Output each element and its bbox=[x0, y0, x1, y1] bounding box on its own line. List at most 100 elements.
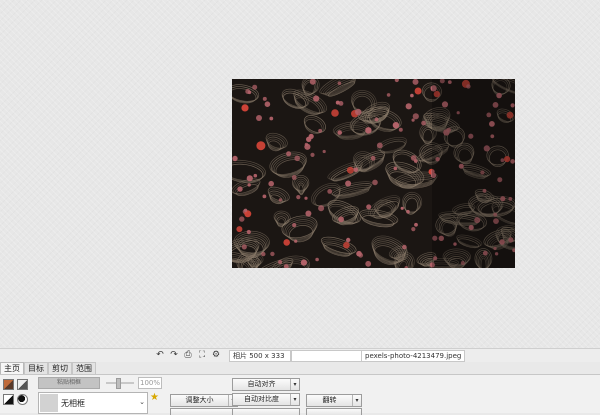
opacity-slider-thumb[interactable] bbox=[116, 378, 121, 389]
dropdown-arrow-icon[interactable]: ▾ bbox=[352, 395, 361, 406]
net-float bbox=[414, 87, 422, 95]
net-float bbox=[305, 210, 312, 217]
tab-crop[interactable]: 剪切 bbox=[48, 362, 72, 374]
net-float bbox=[345, 180, 352, 187]
frame-thumbnail bbox=[40, 394, 58, 412]
net-float bbox=[296, 195, 301, 200]
net-float bbox=[278, 198, 283, 202]
net-float bbox=[356, 250, 362, 257]
photo-preview[interactable] bbox=[232, 79, 515, 268]
net-float bbox=[414, 222, 418, 227]
tab-home[interactable]: 主页 bbox=[0, 362, 24, 374]
net-float bbox=[294, 239, 298, 243]
dropdown-arrow-icon[interactable]: ▾ bbox=[290, 394, 299, 405]
net-float bbox=[256, 141, 266, 151]
chevron-down-icon[interactable]: ⌄ bbox=[139, 398, 145, 406]
net-float bbox=[411, 227, 416, 232]
net-float bbox=[243, 208, 248, 212]
net-float bbox=[355, 108, 362, 116]
net-float bbox=[291, 175, 297, 180]
print-icon[interactable]: ⎙ bbox=[183, 350, 193, 360]
net-float bbox=[365, 260, 372, 267]
net-float bbox=[346, 166, 354, 174]
status-bar: ↶ ↷ ⎙ ⛶ ⚙ 相片 500 x 333 pexels-photo-4213… bbox=[0, 348, 600, 362]
net-float bbox=[365, 127, 372, 134]
resize-button-label: 调整大小 bbox=[185, 396, 214, 404]
net-float bbox=[232, 155, 238, 162]
frame-select[interactable]: 无相框 ⌄ bbox=[38, 392, 148, 414]
net-float bbox=[412, 113, 419, 120]
net-float bbox=[241, 244, 247, 250]
net-float bbox=[315, 257, 319, 262]
net-float bbox=[322, 149, 326, 154]
net-float bbox=[269, 116, 274, 121]
net-float bbox=[264, 101, 271, 107]
net-float bbox=[412, 79, 419, 85]
net-float bbox=[283, 239, 290, 246]
status-empty-field bbox=[291, 350, 363, 362]
net-float bbox=[400, 206, 404, 210]
fishing-nets-photo bbox=[232, 79, 515, 268]
net-float bbox=[239, 216, 245, 222]
auto-contrast-button[interactable]: 自动对比度 ▾ bbox=[232, 393, 300, 406]
net-float bbox=[246, 175, 253, 182]
tab-target[interactable]: 目标 bbox=[24, 362, 48, 374]
quick-tools: ↶ ↷ ⎙ ⛶ ⚙ bbox=[155, 350, 221, 361]
net-float bbox=[294, 155, 300, 162]
net-float bbox=[337, 81, 342, 85]
dropdown-arrow-icon[interactable]: ▾ bbox=[290, 379, 299, 390]
star-icon[interactable]: ★ bbox=[150, 393, 159, 403]
net-float bbox=[327, 189, 333, 194]
rotate-button-label: 翻转 bbox=[322, 396, 337, 404]
net-float bbox=[372, 179, 378, 186]
net-float bbox=[310, 152, 315, 157]
net-float bbox=[268, 180, 274, 187]
net-float bbox=[343, 241, 350, 249]
rotate-button[interactable]: 翻转 ▾ bbox=[306, 394, 362, 407]
redo-icon[interactable]: ↷ bbox=[169, 350, 179, 360]
net-float bbox=[374, 117, 379, 122]
net-float bbox=[241, 104, 249, 112]
net-float bbox=[247, 90, 252, 95]
net-float bbox=[405, 103, 412, 110]
net-float bbox=[366, 204, 372, 210]
net-float bbox=[376, 142, 383, 149]
auto-align-button-label: 自动对齐 bbox=[247, 380, 276, 388]
image-canvas[interactable] bbox=[0, 0, 600, 348]
net-float bbox=[247, 183, 251, 187]
tab-range[interactable]: 范围 bbox=[72, 362, 96, 374]
net-float bbox=[246, 229, 251, 235]
net-float bbox=[286, 151, 292, 157]
net-float bbox=[411, 118, 415, 122]
net-float bbox=[318, 128, 322, 133]
undo-icon[interactable]: ↶ bbox=[155, 350, 165, 360]
net-float bbox=[304, 142, 309, 147]
net-float bbox=[402, 244, 407, 250]
net-float bbox=[393, 166, 398, 171]
net-float bbox=[346, 237, 351, 243]
opacity-value[interactable]: 100% bbox=[138, 377, 162, 389]
actual-size-icon[interactable]: ⚙ bbox=[211, 350, 221, 360]
net-float bbox=[338, 216, 344, 223]
color-swatch-icon[interactable] bbox=[3, 379, 14, 390]
net-float bbox=[392, 122, 400, 129]
frame-select-value: 无相框 bbox=[61, 399, 85, 408]
net-float bbox=[261, 251, 266, 257]
invert-icon[interactable] bbox=[3, 394, 14, 405]
net-float bbox=[292, 223, 297, 228]
contrast-icon[interactable] bbox=[17, 394, 28, 405]
net-float bbox=[236, 226, 243, 233]
net-float bbox=[313, 95, 320, 102]
paste-frame-button[interactable]: 粘贴相框 bbox=[38, 377, 100, 389]
net-float bbox=[410, 93, 414, 98]
auto-contrast-button-label: 自动对比度 bbox=[244, 395, 279, 403]
net-float bbox=[386, 93, 391, 97]
file-name: pexels-photo-4213479.jpeg bbox=[361, 350, 465, 362]
image-dimensions: 相片 500 x 333 bbox=[229, 350, 291, 362]
ribbon-tabs: 主页 目标 剪切 范围 bbox=[0, 362, 96, 374]
net-float bbox=[278, 260, 283, 264]
grayscale-icon[interactable] bbox=[17, 379, 28, 390]
auto-align-button[interactable]: 自动对齐 ▾ bbox=[232, 378, 300, 391]
zoom-fit-icon[interactable]: ⛶ bbox=[197, 350, 207, 360]
resize-button[interactable]: 调整大小 ▾ bbox=[170, 394, 238, 407]
